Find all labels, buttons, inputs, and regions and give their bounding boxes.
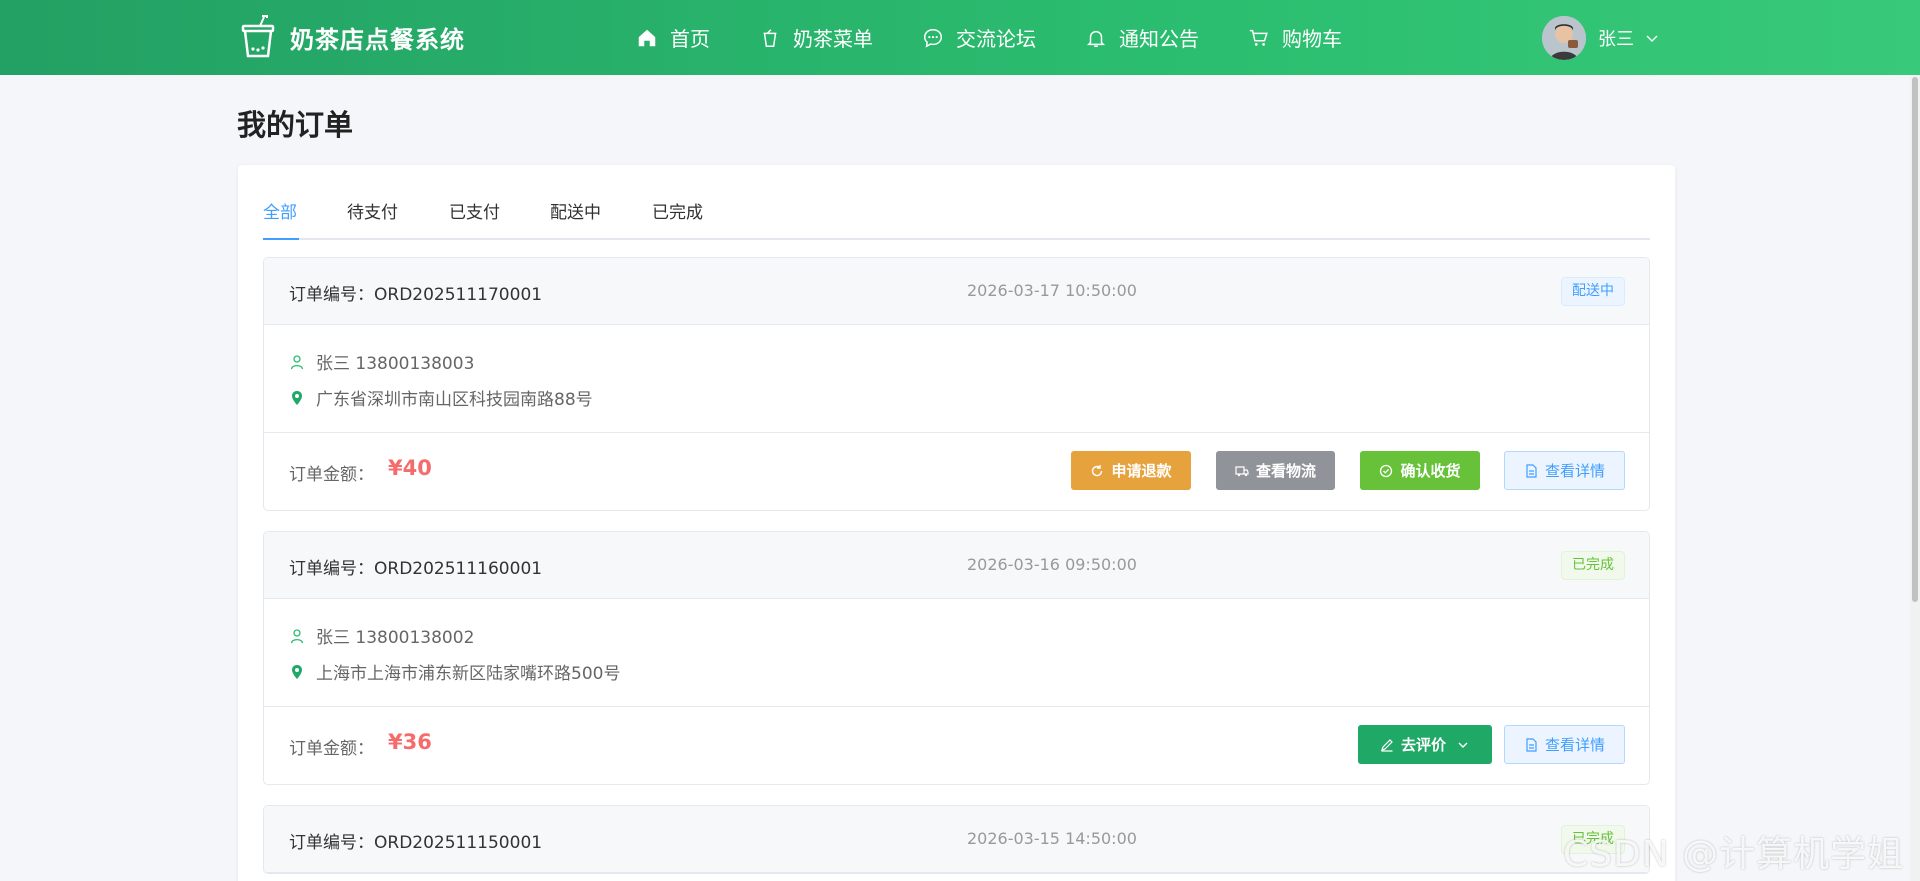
review-dropdown-button[interactable]: 去评价	[1358, 725, 1492, 764]
order-footer: 订单金额： ¥40 申请退款 查看物流 确认收货 查看详情	[264, 433, 1649, 510]
contact-text: 张三 13800138003	[316, 354, 475, 374]
address-line: 广东省深圳市南山区科技园南路88号	[289, 385, 593, 410]
order-card: 订单编号：ORD202511170001 2026-03-17 10:50:00…	[263, 257, 1650, 511]
nav-home-label: 首页	[670, 27, 710, 51]
scroll-thumb[interactable]	[1912, 77, 1918, 602]
order-time: 2026-03-15 14:50:00	[967, 829, 1137, 848]
address-text: 上海市上海市浦东新区陆家嘴环路500号	[316, 664, 621, 684]
nav-menu-label: 奶茶菜单	[793, 27, 873, 51]
home-icon	[638, 29, 656, 46]
order-time: 2026-03-16 09:50:00	[967, 555, 1137, 574]
refund-button[interactable]: 申请退款	[1071, 451, 1191, 490]
nav-forum[interactable]: 交流论坛	[922, 23, 1036, 52]
tab-pending-payment[interactable]: 待支付	[347, 201, 398, 240]
order-tabs: 全部 待支付 已支付 配送中 已完成	[263, 201, 1650, 240]
order-card: 订单编号：ORD202511150001 2026-03-15 14:50:00…	[263, 805, 1650, 874]
nav-menu[interactable]: 奶茶菜单	[759, 23, 873, 52]
view-details-button[interactable]: 查看详情	[1504, 725, 1625, 764]
order-number: 订单编号：ORD202511160001	[289, 559, 543, 579]
order-header: 订单编号：ORD202511160001 2026-03-16 09:50:00…	[264, 532, 1649, 599]
order-card: 订单编号：ORD202511160001 2026-03-16 09:50:00…	[263, 531, 1650, 785]
tab-paid[interactable]: 已支付	[449, 201, 500, 240]
chevron-down-icon	[1646, 35, 1658, 42]
status-badge: 已完成	[1561, 551, 1625, 580]
user-avatar-icon	[1542, 16, 1586, 60]
nav-cart-label: 购物车	[1282, 27, 1342, 51]
user-menu[interactable]: 张三	[1542, 16, 1660, 60]
top-header: 奶茶店点餐系统 首页 奶茶菜单 交流论坛 通知公告 购物车 张三	[0, 0, 1920, 75]
main-nav: 首页 奶茶菜单 交流论坛 通知公告 购物车	[636, 0, 1391, 75]
orders-panel: 全部 待支付 已支付 配送中 已完成 订单编号：ORD202511170001 …	[238, 165, 1675, 881]
confirm-receipt-button[interactable]: 确认收货	[1360, 451, 1480, 490]
page-scrollbar[interactable]	[1910, 75, 1920, 881]
review-button-label: 去评价	[1400, 736, 1446, 754]
truck-icon	[1235, 465, 1249, 476]
view-logistics-button[interactable]: 查看物流	[1216, 451, 1335, 490]
edit-pen-icon	[1381, 738, 1393, 752]
chat-icon	[924, 28, 942, 48]
address-text: 广东省深圳市南山区科技园南路88号	[316, 390, 593, 410]
refresh-icon	[1092, 464, 1103, 476]
location-icon	[292, 390, 302, 405]
view-logistics-label: 查看物流	[1255, 462, 1316, 480]
order-number: 订单编号：ORD202511170001	[289, 285, 543, 305]
nav-notice-label: 通知公告	[1119, 27, 1199, 51]
document-icon	[1526, 463, 1537, 478]
contact-line: 张三 13800138003	[289, 349, 474, 374]
tab-shipping[interactable]: 配送中	[550, 201, 601, 240]
amount-label: 订单金额：	[289, 739, 374, 759]
contact-line: 张三 13800138002	[289, 623, 474, 648]
brand[interactable]: 奶茶店点餐系统	[240, 14, 465, 60]
order-body: 张三 13800138003 广东省深圳市南山区科技园南路88号	[264, 325, 1649, 433]
confirm-receipt-label: 确认收货	[1400, 462, 1461, 480]
location-icon	[292, 664, 302, 679]
user-icon	[290, 354, 304, 369]
bell-icon	[1086, 30, 1106, 47]
user-name: 张三	[1598, 29, 1634, 50]
tab-all[interactable]: 全部	[263, 201, 297, 240]
order-number: 订单编号：ORD202511150001	[289, 833, 543, 853]
milk-tea-cup-icon	[241, 15, 275, 58]
order-time: 2026-03-17 10:50:00	[967, 281, 1137, 300]
status-badge: 配送中	[1561, 277, 1625, 306]
view-details-label: 查看详情	[1544, 462, 1605, 480]
order-header: 订单编号：ORD202511170001 2026-03-17 10:50:00…	[264, 258, 1649, 325]
watermark: CSDN @计算机学姐	[1563, 834, 1905, 875]
address-line: 上海市上海市浦东新区陆家嘴环路500号	[289, 659, 620, 684]
check-circle-icon	[1380, 464, 1393, 477]
order-amount: ¥36	[388, 730, 432, 754]
refund-button-label: 申请退款	[1111, 462, 1172, 480]
brand-title: 奶茶店点餐系统	[290, 25, 465, 54]
order-amount: ¥40	[388, 456, 432, 480]
cup-icon	[763, 28, 777, 47]
chevron-down-icon	[1458, 742, 1468, 748]
nav-notice[interactable]: 通知公告	[1085, 23, 1199, 52]
cart-icon	[1249, 29, 1268, 46]
page-title: 我的订单	[237, 108, 354, 142]
nav-cart[interactable]: 购物车	[1248, 23, 1342, 52]
order-body: 张三 13800138002 上海市上海市浦东新区陆家嘴环路500号	[264, 599, 1649, 707]
order-header: 订单编号：ORD202511150001 2026-03-15 14:50:00…	[264, 806, 1649, 873]
amount-label: 订单金额：	[289, 465, 374, 485]
document-icon	[1526, 737, 1537, 752]
tab-completed[interactable]: 已完成	[652, 201, 703, 240]
avatar[interactable]	[1542, 16, 1586, 60]
user-icon	[290, 628, 304, 643]
view-details-button[interactable]: 查看详情	[1504, 451, 1625, 490]
order-footer: 订单金额： ¥36 去评价 查看详情	[264, 707, 1649, 784]
contact-text: 张三 13800138002	[316, 628, 475, 648]
nav-home[interactable]: 首页	[636, 23, 710, 52]
active-tab-indicator	[263, 238, 299, 240]
view-details-label: 查看详情	[1544, 736, 1605, 754]
nav-forum-label: 交流论坛	[956, 27, 1036, 51]
